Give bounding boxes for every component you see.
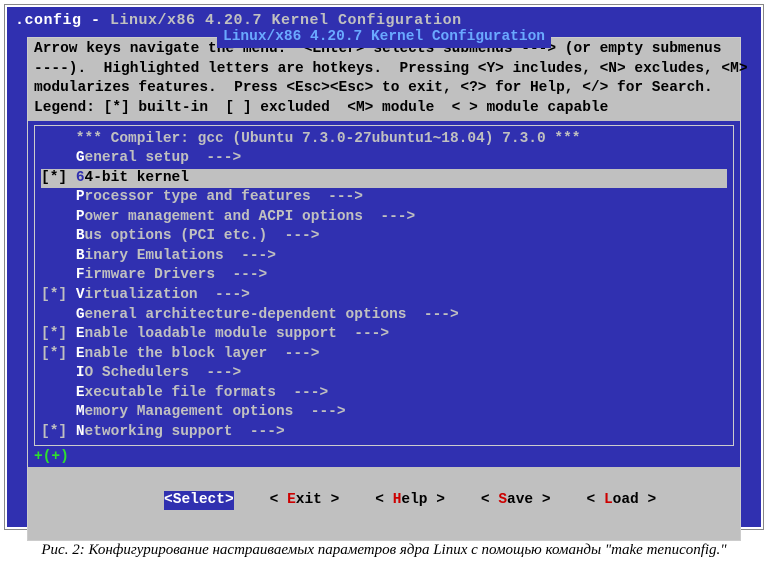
- menu-item[interactable]: General architecture-dependent options -…: [41, 306, 727, 326]
- menu-label: ower management and ACPI options --->: [85, 209, 416, 225]
- menu-hotkey: G: [76, 150, 85, 166]
- menu-label: nable the block layer --->: [85, 346, 320, 362]
- help-line-2: ----). Highlighted letters are hotkeys. …: [34, 61, 748, 77]
- menu-item[interactable]: IO Schedulers --->: [41, 364, 727, 384]
- button-bracket: <: [481, 492, 498, 508]
- menu-prefix: [41, 267, 76, 283]
- menu-item[interactable]: Memory Management options --->: [41, 403, 727, 423]
- menu-label: eneral setup --->: [85, 150, 242, 166]
- menu-label: etworking support --->: [85, 424, 285, 440]
- menu-hotkey: N: [76, 424, 85, 440]
- menu-item[interactable]: Processor type and features --->: [41, 188, 727, 208]
- menu-label: inary Emulations --->: [85, 248, 276, 264]
- menu-prefix: [*]: [41, 170, 76, 186]
- button-bracket: <: [375, 492, 392, 508]
- menu-hotkey: 6: [76, 170, 85, 186]
- title-config: .config -: [15, 12, 110, 29]
- menu-hotkey: B: [76, 248, 85, 264]
- main-dialog: Linux/x86 4.20.7 Kernel Configuration Ar…: [27, 37, 741, 541]
- menu-item[interactable]: [*] Enable loadable module support --->: [41, 325, 727, 345]
- action-button[interactable]: < Exit >: [270, 491, 340, 511]
- terminal-window: .config - Linux/x86 4.20.7 Kernel Config…: [7, 7, 761, 527]
- button-hotkey: E: [287, 492, 296, 508]
- menu-hotkey: B: [76, 228, 85, 244]
- menu-item[interactable]: Firmware Drivers --->: [41, 266, 727, 286]
- menu-label: eneral architecture-dependent options --…: [85, 307, 459, 323]
- button-bracket: <: [164, 492, 173, 508]
- menu-item[interactable]: Bus options (PCI etc.) --->: [41, 227, 727, 247]
- button-label: xit >: [296, 492, 340, 508]
- menu-item[interactable]: [*] Virtualization --->: [41, 286, 727, 306]
- menu-prefix: [41, 404, 76, 420]
- action-button[interactable]: < Save >: [481, 491, 551, 511]
- menu-prefix: [*]: [41, 424, 76, 440]
- menu-prefix: [*]: [41, 346, 76, 362]
- button-label: oad >: [613, 492, 657, 508]
- menu-label: O Schedulers --->: [85, 365, 242, 381]
- action-button[interactable]: < Load >: [587, 491, 657, 511]
- button-hotkey: L: [604, 492, 613, 508]
- menu-prefix: [41, 365, 76, 381]
- menu-prefix: [41, 150, 76, 166]
- button-bar: <Select>< Exit >< Help >< Save >< Load >: [28, 467, 740, 540]
- menu-list[interactable]: *** Compiler: gcc (Ubuntu 7.3.0-27ubuntu…: [34, 125, 734, 446]
- menu-item[interactable]: Power management and ACPI options --->: [41, 208, 727, 228]
- menu-prefix: [*]: [41, 287, 76, 303]
- action-button[interactable]: <Select>: [164, 491, 234, 511]
- menu-label: us options (PCI etc.) --->: [85, 228, 320, 244]
- menu-prefix: [41, 248, 76, 264]
- menu-item[interactable]: Executable file formats --->: [41, 384, 727, 404]
- menu-prefix: [41, 307, 76, 323]
- menu-item[interactable]: [*] Enable the block layer --->: [41, 345, 727, 365]
- button-label: ave >: [507, 492, 551, 508]
- scroll-indicator: +(+): [28, 448, 740, 468]
- help-text: Arrow keys navigate the menu. <Enter> se…: [28, 38, 740, 120]
- menu-prefix: [41, 385, 76, 401]
- compiler-info: *** Compiler: gcc (Ubuntu 7.3.0-27ubuntu…: [41, 130, 727, 150]
- menu-hotkey: E: [76, 346, 85, 362]
- menu-label: emory Management options --->: [85, 404, 346, 420]
- menu-item[interactable]: General setup --->: [41, 149, 727, 169]
- menu-item[interactable]: [*] 64-bit kernel: [41, 169, 727, 189]
- menu-hotkey: I: [76, 365, 85, 381]
- button-bracket: <: [587, 492, 604, 508]
- menu-hotkey: P: [76, 209, 85, 225]
- menu-label: rocessor type and features --->: [85, 189, 363, 205]
- menu-hotkey: E: [76, 326, 85, 342]
- menu-label: nable loadable module support --->: [85, 326, 390, 342]
- menu-item[interactable]: [*] Networking support --->: [41, 423, 727, 443]
- title-kernel: Linux/x86 4.20.7 Kernel Configuration: [110, 12, 462, 29]
- button-bracket: <: [270, 492, 287, 508]
- menu-item[interactable]: Binary Emulations --->: [41, 247, 727, 267]
- menu-hotkey: P: [76, 189, 85, 205]
- button-hotkey: S: [498, 492, 507, 508]
- button-label: elp >: [401, 492, 445, 508]
- help-line-4: Legend: [*] built-in [ ] excluded <M> mo…: [34, 100, 608, 116]
- menu-label: irmware Drivers --->: [85, 267, 268, 283]
- dialog-title: Linux/x86 4.20.7 Kernel Configuration: [217, 28, 551, 48]
- menu-hotkey: M: [76, 404, 85, 420]
- menu-hotkey: F: [76, 267, 85, 283]
- menu-label: xecutable file formats --->: [85, 385, 329, 401]
- help-line-3: modularizes features. Press <Esc><Esc> t…: [34, 80, 713, 96]
- menu-label: irtualization --->: [85, 287, 250, 303]
- menu-prefix: [41, 189, 76, 205]
- menu-prefix: [41, 228, 76, 244]
- menu-prefix: [41, 209, 76, 225]
- action-button[interactable]: < Help >: [375, 491, 445, 511]
- menu-hotkey: G: [76, 307, 85, 323]
- menu-hotkey: V: [76, 287, 85, 303]
- screenshot-frame: .config - Linux/x86 4.20.7 Kernel Config…: [4, 4, 764, 530]
- menu-prefix: [*]: [41, 326, 76, 342]
- button-label: elect>: [181, 492, 233, 508]
- menu-hotkey: E: [76, 385, 85, 401]
- menu-label: 4-bit kernel: [85, 170, 189, 186]
